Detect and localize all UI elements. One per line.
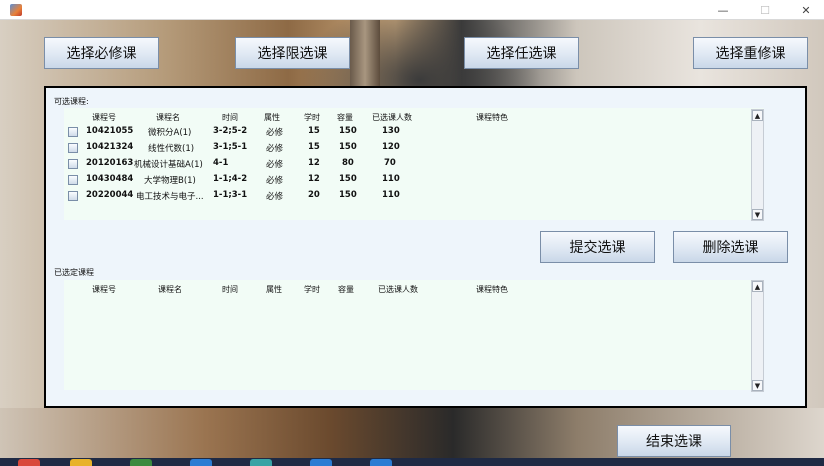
- cell-course-name: 微积分A(1): [148, 128, 192, 138]
- select-course-checkbox[interactable]: [68, 191, 78, 201]
- table-row[interactable]: 10421055 微积分A(1) 3-2;5-2 必修 15 150 130: [64, 124, 754, 140]
- select-course-checkbox[interactable]: [68, 159, 78, 169]
- column-header-enrolled: 已选课人数: [378, 285, 418, 294]
- column-header-features: 课程特色: [476, 285, 508, 294]
- column-header-capacity: 容量: [338, 285, 354, 294]
- cell-enrolled: 70: [384, 158, 396, 168]
- column-header-course-name: 课程名: [158, 285, 182, 294]
- column-header-capacity: 容量: [337, 113, 353, 122]
- column-header-attribute: 属性: [264, 113, 280, 122]
- cell-course-id: 20120163: [86, 158, 134, 168]
- cell-time: 3-2;5-2: [213, 126, 248, 136]
- taskbar-app-icon[interactable]: [190, 459, 212, 466]
- column-header-features: 课程特色: [476, 113, 508, 122]
- select-limited-courses-button[interactable]: 选择限选课: [235, 37, 350, 69]
- column-header-course-id: 课程号: [92, 285, 116, 294]
- taskbar-app-icon[interactable]: [250, 459, 272, 466]
- cell-enrolled: 110: [382, 174, 400, 184]
- cell-attribute: 必修: [266, 160, 284, 170]
- cell-course-name: 电工技术与电子...: [136, 192, 204, 202]
- end-selection-button[interactable]: 结束选课: [617, 425, 731, 457]
- delete-selection-button[interactable]: 删除选课: [673, 231, 788, 263]
- select-course-checkbox[interactable]: [68, 175, 78, 185]
- column-header-time: 时间: [222, 285, 238, 294]
- taskbar-app-icon[interactable]: [310, 459, 332, 466]
- cell-hours: 12: [308, 158, 320, 168]
- column-header-course-id: 课程号: [92, 113, 116, 122]
- window-title-bar: — ☐ ✕: [0, 0, 824, 20]
- column-header-attribute: 属性: [266, 285, 282, 294]
- cell-attribute: 必修: [266, 144, 284, 154]
- cell-capacity: 80: [342, 158, 354, 168]
- selected-courses-label: 已选定课程: [54, 268, 94, 277]
- cell-time: 1-1;4-2: [213, 174, 248, 184]
- scroll-down-arrow-icon[interactable]: ▼: [752, 380, 763, 391]
- select-required-courses-button[interactable]: 选择必修课: [44, 37, 159, 69]
- taskbar-app-icon[interactable]: [130, 459, 152, 466]
- selected-courses-table: 课程号 课程名 时间 属性 学时 容量 已选课人数 课程特色: [64, 280, 764, 390]
- cell-attribute: 必修: [266, 192, 284, 202]
- cell-capacity: 150: [339, 190, 357, 200]
- column-header-enrolled: 已选课人数: [372, 113, 412, 122]
- cell-enrolled: 130: [382, 126, 400, 136]
- cell-attribute: 必修: [266, 128, 284, 138]
- select-course-checkbox[interactable]: [68, 143, 78, 153]
- minimize-button[interactable]: —: [705, 0, 741, 20]
- cell-course-id: 10430484: [86, 174, 134, 184]
- cell-hours: 20: [308, 190, 320, 200]
- java-app-icon: [10, 4, 22, 16]
- available-table-scrollbar[interactable]: ▲ ▼: [751, 109, 764, 221]
- column-header-hours: 学时: [304, 285, 320, 294]
- cell-capacity: 150: [339, 174, 357, 184]
- scroll-down-arrow-icon[interactable]: ▼: [752, 209, 763, 220]
- table-row[interactable]: 20120163 机械设计基础A(1) 4-1 必修 12 80 70: [64, 156, 754, 172]
- close-button[interactable]: ✕: [788, 0, 824, 20]
- cell-attribute: 必修: [266, 176, 284, 186]
- cell-capacity: 150: [339, 142, 357, 152]
- cell-course-name: 大学物理B(1): [144, 176, 196, 186]
- background-pole: [350, 20, 380, 90]
- cell-hours: 15: [308, 126, 320, 136]
- column-header-time: 时间: [222, 113, 238, 122]
- scroll-up-arrow-icon[interactable]: ▲: [752, 281, 763, 292]
- cell-enrolled: 110: [382, 190, 400, 200]
- available-courses-table: 课程号 课程名 时间 属性 学时 容量 已选课人数 课程特色 10421055 …: [64, 108, 764, 220]
- cell-course-id: 20220044: [86, 190, 134, 200]
- available-courses-label: 可选课程:: [54, 97, 89, 106]
- select-retake-courses-button[interactable]: 选择重修课: [693, 37, 808, 69]
- column-header-hours: 学时: [304, 113, 320, 122]
- cell-time: 1-1;3-1: [213, 190, 248, 200]
- taskbar-app-icon[interactable]: [18, 459, 40, 466]
- cell-hours: 12: [308, 174, 320, 184]
- select-optional-courses-button[interactable]: 选择任选课: [464, 37, 579, 69]
- taskbar-app-icon[interactable]: [70, 459, 92, 466]
- cell-course-name: 机械设计基础A(1): [134, 160, 203, 170]
- cell-time: 4-1: [213, 158, 229, 168]
- scroll-up-arrow-icon[interactable]: ▲: [752, 110, 763, 121]
- cell-course-name: 线性代数(1): [148, 144, 195, 154]
- taskbar-app-icon[interactable]: [370, 459, 392, 466]
- cell-enrolled: 120: [382, 142, 400, 152]
- cell-hours: 15: [308, 142, 320, 152]
- cell-course-id: 10421055: [86, 126, 134, 136]
- cell-course-id: 10421324: [86, 142, 134, 152]
- column-header-course-name: 课程名: [156, 113, 180, 122]
- cell-time: 3-1;5-1: [213, 142, 248, 152]
- table-row[interactable]: 20220044 电工技术与电子... 1-1;3-1 必修 20 150 11…: [64, 188, 754, 204]
- cell-capacity: 150: [339, 126, 357, 136]
- select-course-checkbox[interactable]: [68, 127, 78, 137]
- selected-table-scrollbar[interactable]: ▲ ▼: [751, 280, 764, 392]
- table-row[interactable]: 10430484 大学物理B(1) 1-1;4-2 必修 12 150 110: [64, 172, 754, 188]
- submit-selection-button[interactable]: 提交选课: [540, 231, 655, 263]
- taskbar: [0, 458, 824, 466]
- maximize-button[interactable]: ☐: [747, 0, 783, 20]
- table-row[interactable]: 10421324 线性代数(1) 3-1;5-1 必修 15 150 120: [64, 140, 754, 156]
